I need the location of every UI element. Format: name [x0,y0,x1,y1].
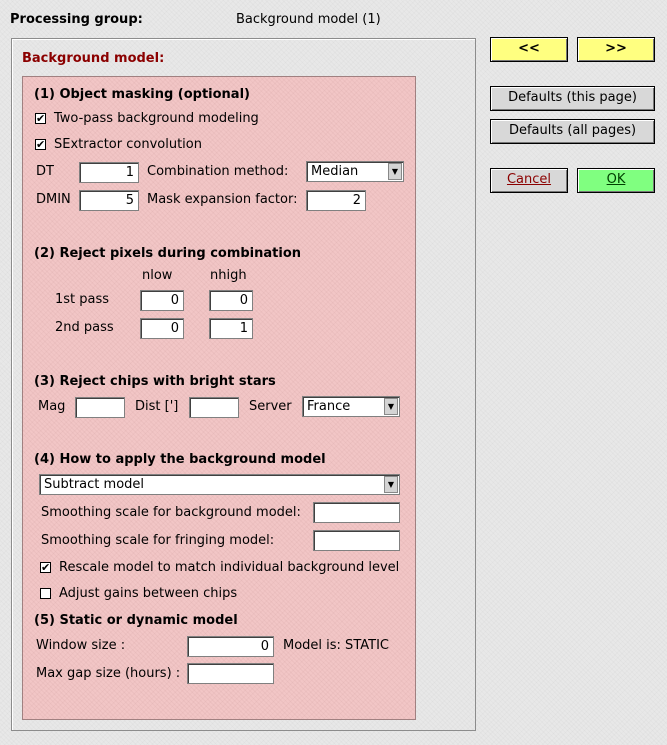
model-status: Model is: STATIC [283,638,389,653]
server-value: France [307,399,351,414]
reject-pixels-title: (2) Reject pixels during combination [34,246,302,261]
prev-page-button[interactable]: << [490,37,568,62]
smoothing-background-input[interactable] [313,502,400,523]
cancel-label: Cancel [506,172,552,187]
window-size-input[interactable]: 0 [187,636,274,657]
chevron-down-icon[interactable]: ▼ [388,163,402,180]
server-label: Server [249,399,292,414]
adjust-gains-checkbox[interactable] [40,588,51,599]
apply-mode-select[interactable]: Subtract model ▼ [39,474,400,495]
static-dynamic-title: (5) Static or dynamic model [34,613,238,628]
mask-expansion-input[interactable]: 2 [306,190,366,211]
chevron-down-icon[interactable]: ▼ [384,476,398,493]
dmin-label: DMIN [36,192,71,207]
dist-input[interactable] [189,397,239,418]
apply-model-title: (4) How to apply the background model [34,452,326,467]
pass1-label: 1st pass [55,292,110,307]
combination-method-value: Median [311,164,359,179]
nlow-header: nlow [142,268,173,283]
smoothing-fringing-label: Smoothing scale for fringing model: [41,533,275,548]
combination-method-select[interactable]: Median ▼ [306,161,404,182]
dist-label: Dist ['] [135,399,179,414]
dt-label: DT [36,164,54,179]
chevron-down-icon[interactable]: ▼ [384,398,398,415]
dt-input[interactable]: 1 [79,162,139,183]
apply-mode-value: Subtract model [44,477,145,492]
nhigh-header: nhigh [210,268,247,283]
pass1-nhigh-input[interactable]: 0 [209,290,253,311]
rescale-label: Rescale model to match individual backgr… [59,560,400,575]
pass1-nlow-input[interactable]: 0 [140,290,184,311]
cancel-button[interactable]: Cancel [490,168,568,193]
two-pass-checkbox[interactable]: ✔ [35,113,46,124]
mag-input[interactable] [75,397,125,418]
window-size-label: Window size : [36,638,126,653]
pass2-nhigh-input[interactable]: 1 [209,318,253,339]
check-icon: ✔ [36,138,46,151]
dmin-input[interactable]: 5 [79,190,139,211]
next-page-button[interactable]: >> [577,37,655,62]
rescale-checkbox[interactable]: ✔ [40,562,51,573]
mask-expansion-label: Mask expansion factor: [147,192,298,207]
ok-button[interactable]: OK [577,168,655,193]
defaults-this-page-button[interactable]: Defaults (this page) [490,86,655,111]
check-icon: ✔ [36,112,46,125]
server-select[interactable]: France ▼ [302,396,400,417]
sextractor-label: SExtractor convolution [54,137,202,152]
max-gap-input[interactable] [187,663,274,684]
reject-chips-title: (3) Reject chips with bright stars [34,374,276,389]
mag-label: Mag [38,399,66,414]
sextractor-checkbox[interactable]: ✔ [35,139,46,150]
pass2-nlow-input[interactable]: 0 [140,318,184,339]
masking-title: (1) Object masking (optional) [34,87,250,102]
section-title: Background model: [22,51,165,66]
smoothing-fringing-input[interactable] [313,530,400,551]
smoothing-background-label: Smoothing scale for background model: [41,505,301,520]
pass2-label: 2nd pass [55,320,114,335]
max-gap-label: Max gap size (hours) : [36,666,181,681]
check-icon: ✔ [41,561,51,574]
two-pass-label: Two-pass background modeling [54,111,259,126]
adjust-gains-label: Adjust gains between chips [59,586,238,601]
defaults-all-pages-button[interactable]: Defaults (all pages) [490,119,655,144]
processing-group-label: Processing group: [10,12,143,27]
ok-label: OK [606,172,626,187]
processing-group-value: Background model (1) [236,12,381,27]
combination-method-label: Combination method: [147,164,289,179]
